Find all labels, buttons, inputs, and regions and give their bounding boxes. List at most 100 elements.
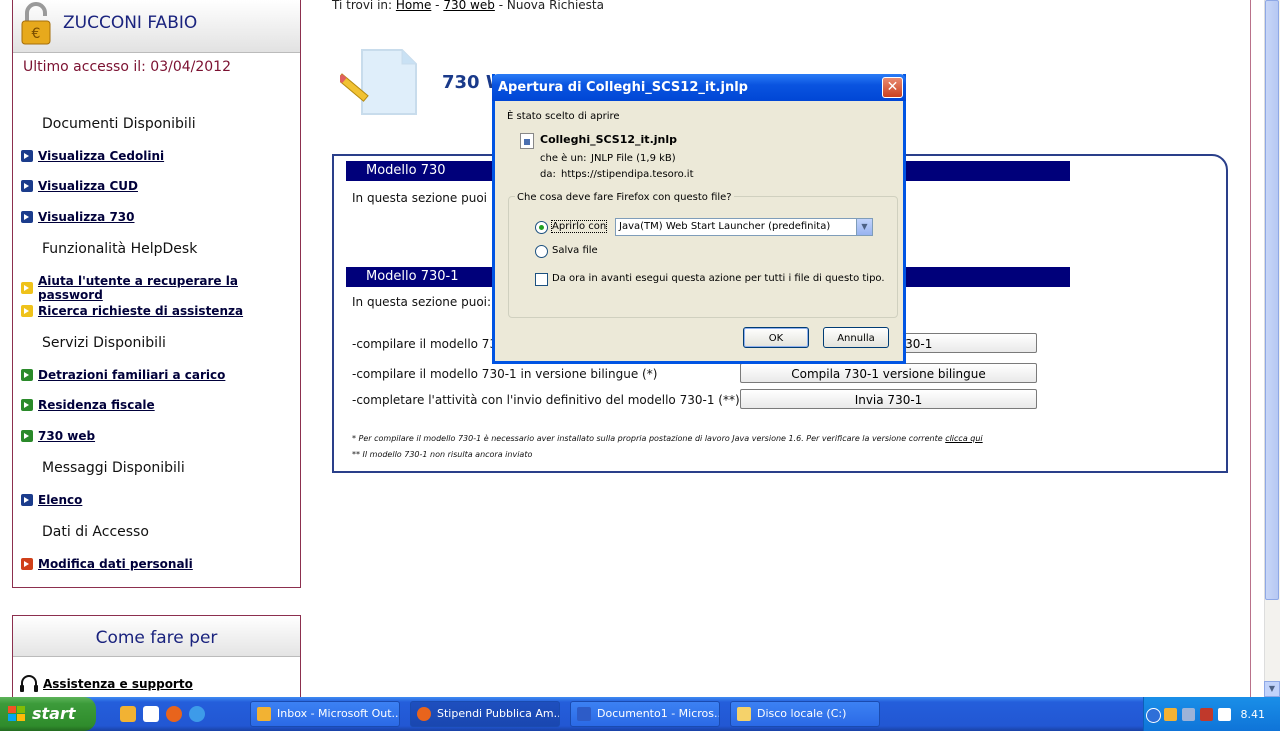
chosen-label: È stato scelto di aprire: [507, 111, 620, 122]
modello730-text: In questa sezione puoi i: [352, 191, 495, 205]
folder-icon: [737, 707, 751, 721]
cancel-button[interactable]: Annulla: [823, 327, 889, 348]
arrow-icon: [21, 369, 33, 381]
breadcrumb-730web[interactable]: 730 web: [443, 0, 495, 12]
task-inbox[interactable]: Inbox - Microsoft Out...: [250, 701, 400, 727]
padlock-icon: €: [21, 2, 51, 45]
always-label[interactable]: Da ora in avanti esegui questa azione pe…: [552, 273, 885, 284]
outlook-tray-icon[interactable]: [1164, 708, 1177, 721]
system-tray: 8.41: [1143, 697, 1280, 731]
tray-expand-icon[interactable]: [1146, 708, 1161, 723]
word-icon: [577, 707, 591, 721]
link-730-web[interactable]: 730 web: [21, 429, 95, 443]
user-name: ZUCCONI FABIO: [63, 13, 198, 33]
section-documenti: Documenti Disponibili: [42, 116, 196, 132]
task-documento[interactable]: Documento1 - Micros...: [570, 701, 720, 727]
open-with-radio[interactable]: [535, 221, 548, 234]
firefox-icon: [417, 707, 431, 721]
arrow-icon: [21, 494, 33, 506]
invia-730-1-button[interactable]: Invia 730-1: [740, 389, 1037, 409]
volume-icon[interactable]: [1218, 708, 1231, 721]
last-access-text: Ultimo accesso il: 03/04/2012: [23, 59, 231, 75]
breadcrumb-prefix: Ti trovi in:: [332, 0, 393, 12]
java-note-text: * Per compilare il modello 730-1 è neces…: [352, 434, 943, 443]
svg-text:€: €: [32, 26, 41, 42]
link-assistenza[interactable]: Assistenza e supporto: [19, 674, 193, 694]
link-detrazioni[interactable]: Detrazioni familiari a carico: [21, 368, 225, 382]
link-visualizza-730[interactable]: Visualizza 730: [21, 210, 135, 224]
sidebar: € ZUCCONI FABIO Ultimo accesso il: 03/04…: [12, 0, 301, 588]
taskbar: start Inbox - Microsoft Out... Stipendi …: [0, 697, 1280, 731]
section-accesso: Dati di Accesso: [42, 524, 149, 540]
section-helpdesk: Funzionalità HelpDesk: [42, 241, 198, 257]
arrow-icon: [21, 305, 33, 317]
outlook-icon[interactable]: [120, 706, 136, 722]
clicca-qui-link[interactable]: clicca qui: [945, 434, 982, 443]
start-button[interactable]: start: [0, 697, 96, 731]
link-ricerca-richieste[interactable]: Ricerca richieste di assistenza: [21, 304, 243, 318]
outlook-icon: [257, 707, 271, 721]
network-icon[interactable]: [1182, 708, 1195, 721]
always-checkbox[interactable]: [535, 273, 548, 286]
arrow-icon: [21, 282, 33, 294]
link-visualizza-cedolini[interactable]: Visualizza Cedolini: [21, 149, 164, 163]
link-elenco[interactable]: Elenco: [21, 493, 82, 507]
windows-logo-icon: [8, 706, 25, 721]
link-visualizza-cud[interactable]: Visualizza CUD: [21, 179, 138, 193]
security-icon[interactable]: [1200, 708, 1213, 721]
scroll-down-icon[interactable]: ▼: [1264, 681, 1280, 697]
start-label: start: [32, 704, 76, 723]
action-question: Che cosa deve fare Firefox con questo fi…: [515, 192, 734, 203]
task-label: Documento1 - Micros...: [597, 707, 720, 720]
open-with-label[interactable]: Aprirlo con: [550, 220, 608, 233]
breadcrumb-separator: -: [498, 0, 504, 12]
howto-box: Come fare per Assistenza e supporto: [12, 615, 301, 707]
firefox-icon[interactable]: [166, 706, 182, 722]
close-icon[interactable]: ✕: [882, 77, 903, 98]
type-value: JNLP File (1,9 kB): [591, 153, 676, 164]
arrow-icon: [21, 150, 33, 162]
section-messaggi: Messaggi Disponibili: [42, 460, 185, 476]
type-label: che è un:: [540, 153, 587, 164]
arrow-icon: [21, 211, 33, 223]
breadcrumb-home[interactable]: Home: [396, 0, 431, 12]
task-stipendi[interactable]: Stipendi Pubblica Am...: [410, 701, 560, 727]
open-file-dialog: Apertura di Colleghi_SCS12_it.jnlp ✕ È s…: [492, 74, 906, 364]
file-name: Colleghi_SCS12_it.jnlp: [540, 133, 677, 146]
internet-explorer-icon[interactable]: [189, 706, 205, 722]
action-groupbox: [508, 196, 898, 318]
user-header: € ZUCCONI FABIO: [13, 0, 300, 53]
task-label: Inbox - Microsoft Out...: [277, 707, 400, 720]
from-label: da:: [540, 169, 556, 180]
task-disco[interactable]: Disco locale (C:): [730, 701, 880, 727]
save-file-label[interactable]: Salva file: [552, 245, 598, 256]
breadcrumb-separator: -: [435, 0, 440, 12]
dialog-titlebar[interactable]: Apertura di Colleghi_SCS12_it.jnlp ✕: [492, 74, 906, 101]
scrollbar-thumb[interactable]: [1265, 0, 1279, 600]
chevron-down-icon[interactable]: ▼: [856, 219, 872, 235]
dialog-title: Apertura di Colleghi_SCS12_it.jnlp: [498, 80, 748, 95]
arrow-icon: [21, 558, 33, 570]
task-label: Disco locale (C:): [757, 707, 847, 720]
howto-title: Come fare per: [13, 616, 300, 657]
file-icon: [520, 133, 534, 149]
row-invia-text: -completare l'attività con l'invio defin…: [352, 393, 740, 407]
arrow-icon: [21, 430, 33, 442]
java-note: * Per compilare il modello 730-1 è neces…: [352, 434, 983, 443]
link-recupera-password[interactable]: Aiuta l'utente a recuperare la password: [21, 274, 300, 302]
row-bilingue-text: -compilare il modello 730-1 in versione …: [352, 367, 658, 381]
arrow-icon: [21, 399, 33, 411]
link-residenza-fiscale[interactable]: Residenza fiscale: [21, 398, 155, 412]
task-label: Stipendi Pubblica Am...: [437, 707, 560, 720]
breadcrumb: Ti trovi in: Home - 730 web - Nuova Rich…: [332, 0, 604, 12]
invio-note: ** Il modello 730-1 non risulta ancora i…: [352, 450, 533, 459]
desktop-icon[interactable]: [143, 706, 159, 722]
section-servizi: Servizi Disponibili: [42, 335, 166, 351]
document-edit-icon: [340, 49, 417, 115]
compila-bilingue-button[interactable]: Compila 730-1 versione bilingue: [740, 363, 1037, 383]
headset-icon: [20, 675, 38, 692]
application-select[interactable]: Java(TM) Web Start Launcher (predefinita…: [615, 218, 873, 236]
link-modifica-dati[interactable]: Modifica dati personali: [21, 557, 193, 571]
save-file-radio[interactable]: [535, 245, 548, 258]
ok-button[interactable]: OK: [743, 327, 809, 348]
